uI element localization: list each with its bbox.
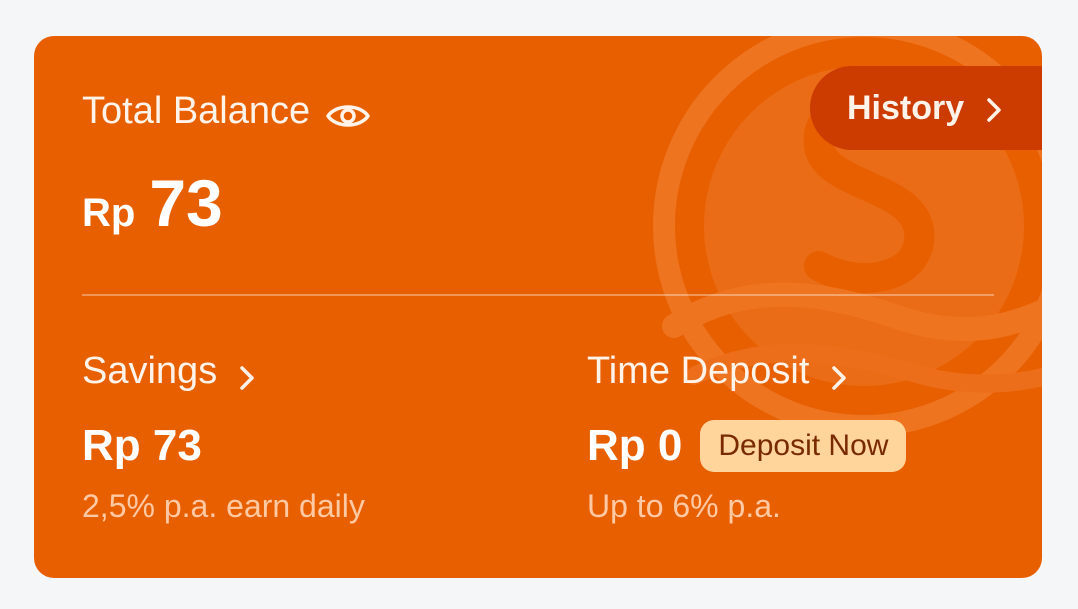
- time-deposit-section: Time Deposit Rp 0 Deposit Now Up to 6% p…: [587, 348, 907, 526]
- savings-amount: Rp 73: [82, 421, 202, 470]
- balance-card: Total Balance Rp 73 History Savings Rp 7…: [34, 36, 1042, 578]
- savings-amount-row: Rp 73: [82, 420, 365, 472]
- history-button[interactable]: History: [810, 66, 1042, 150]
- time-deposit-amount: Rp 0: [587, 421, 683, 470]
- time-deposit-rate: Up to 6% p.a.: [587, 488, 781, 524]
- total-balance-value: 73: [149, 166, 223, 240]
- savings-link[interactable]: Savings: [82, 348, 365, 394]
- eye-icon[interactable]: [326, 96, 370, 127]
- history-button-label: History: [847, 88, 965, 127]
- chevron-right-icon: [831, 357, 847, 390]
- divider: [82, 294, 994, 296]
- deposit-now-button[interactable]: Deposit Now: [700, 420, 907, 472]
- savings-title: Savings: [82, 350, 218, 392]
- time-deposit-amount-row: Rp 0 Deposit Now: [587, 420, 907, 472]
- chevron-right-icon: [986, 94, 1002, 122]
- time-deposit-title: Time Deposit: [587, 350, 810, 392]
- total-balance-header: Total Balance: [82, 88, 370, 134]
- time-deposit-link[interactable]: Time Deposit: [587, 348, 906, 394]
- total-balance-label: Total Balance: [82, 90, 311, 132]
- chevron-right-icon: [239, 357, 255, 390]
- savings-rate: 2,5% p.a. earn daily: [82, 488, 365, 524]
- savings-section: Savings Rp 73 2,5% p.a. earn daily: [82, 348, 365, 526]
- total-balance-currency: Rp: [82, 191, 136, 235]
- total-balance-amount: Rp 73: [82, 164, 223, 242]
